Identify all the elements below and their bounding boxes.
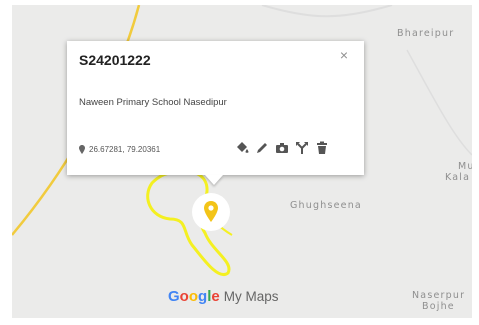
popup-coordinates: 26.67281, 79.20361 [79, 145, 160, 154]
paint-bucket-icon[interactable] [235, 141, 249, 155]
place-label-kala: Kala [445, 172, 471, 183]
popup-pointer [205, 175, 223, 185]
google-letter: g [198, 288, 208, 305]
place-label-naserpur: Naserpur [412, 290, 466, 301]
google-my-maps-logo: Google My Maps [168, 288, 278, 305]
coordinates-text: 26.67281, 79.20361 [89, 145, 161, 154]
map-pin-icon[interactable] [192, 193, 230, 231]
google-letter: e [211, 288, 220, 305]
popup-action-toolbar [235, 141, 329, 155]
google-letter: o [188, 288, 199, 305]
selected-marker-halo[interactable] [192, 193, 230, 231]
location-pin-icon [79, 145, 85, 154]
place-label-mu: Mu [458, 161, 472, 172]
place-label-bhareipur: Bhareipur [397, 28, 455, 39]
google-letter: G [168, 288, 180, 305]
trash-icon[interactable] [315, 141, 329, 155]
close-icon[interactable]: × [337, 48, 351, 62]
pencil-icon[interactable] [255, 141, 269, 155]
google-wordmark: Google [168, 288, 220, 305]
place-label-bojhe: Bojhe [422, 301, 455, 312]
google-letter: o [179, 288, 189, 305]
faint-road [406, 49, 472, 156]
popup-description: Naween Primary School Nasedipur [79, 97, 227, 108]
directions-icon[interactable] [295, 141, 309, 155]
my-maps-text: My Maps [223, 289, 279, 304]
feature-info-popup: S24201222 × Naween Primary School Nasedi… [67, 41, 364, 185]
place-label-ghughseena: Ghughseena [290, 200, 362, 211]
popup-title: S24201222 [79, 52, 151, 68]
faint-road [261, 5, 393, 18]
map-view[interactable]: Bhareipur Ghughseena Mu Kala Naserpur Bo… [12, 5, 472, 318]
camera-icon[interactable] [275, 141, 289, 155]
